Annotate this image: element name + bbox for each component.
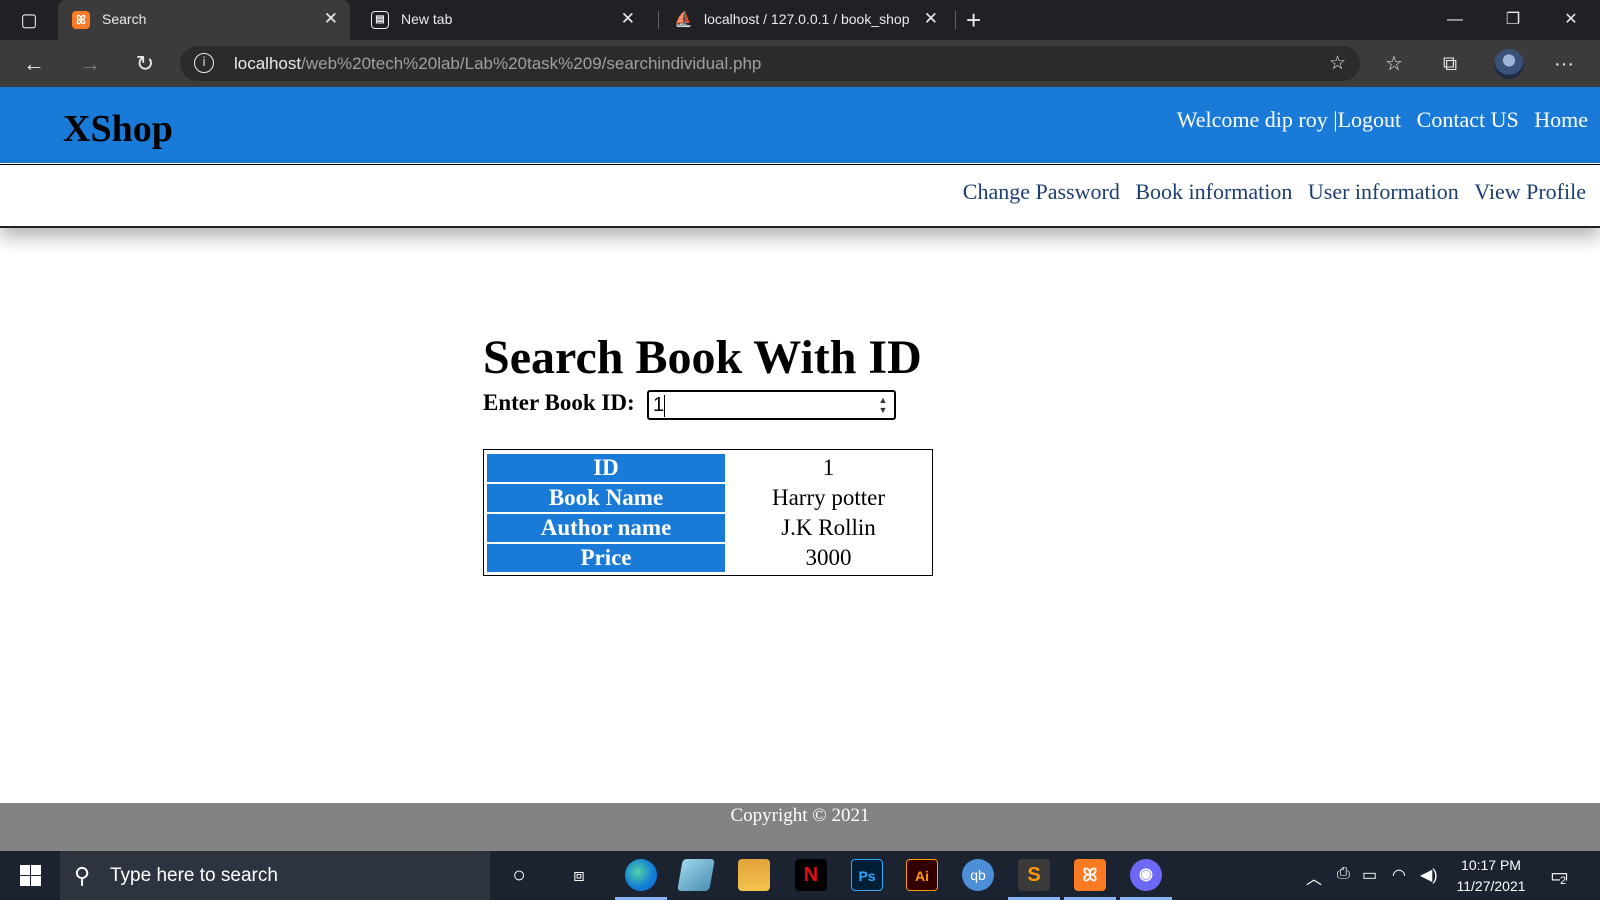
site-info-icon[interactable]: i <box>194 53 214 73</box>
table-row: ID 1 <box>487 454 932 482</box>
xampp-icon[interactable]: ꕤ <box>1064 859 1116 900</box>
close-icon[interactable]: ✕ <box>621 9 635 29</box>
text-cursor <box>664 394 666 417</box>
volume-icon[interactable]: ◀) <box>1420 865 1438 885</box>
site-header: XShop Welcome dip roy |Logout Contact US… <box>0 87 1600 163</box>
tab-phpmyadmin[interactable]: ⛵ localhost / 127.0.0.1 / book_shop ✕ <box>660 0 950 40</box>
contact-us-link[interactable]: Contact US <box>1417 107 1519 132</box>
tab-actions-icon[interactable]: ▢ <box>10 8 48 32</box>
copyright-text: Copyright © 2021 <box>730 805 870 826</box>
illustrator-icon[interactable]: Ai <box>906 859 938 891</box>
address-toolbar: ← → ↻ i localhost/web%20tech%20lab/Lab%2… <box>0 40 1600 87</box>
number-spinner-icon[interactable]: ▲ ▼ <box>877 395 889 415</box>
book-id-input[interactable]: 1 ▲ ▼ <box>647 390 896 420</box>
book-id-value: 1 <box>653 394 665 416</box>
row-key: Author name <box>487 514 725 542</box>
home-link[interactable]: Home <box>1534 107 1588 132</box>
row-key: Book Name <box>487 484 725 512</box>
show-hidden-icons-icon[interactable]: ︿ <box>1306 865 1322 889</box>
table-row: Price 3000 <box>487 544 932 572</box>
tab-title: New tab <box>401 11 453 27</box>
logout-link[interactable]: Logout <box>1338 107 1402 132</box>
sub-navigation: Change Password Book information User in… <box>0 164 1600 228</box>
site-logo: XShop <box>63 108 173 150</box>
sublime-text-icon[interactable]: S <box>1008 859 1060 900</box>
battery-icon[interactable]: ▭ <box>1362 865 1377 885</box>
newtab-icon: ▤ <box>371 11 389 29</box>
change-password-link[interactable]: Change Password <box>963 179 1120 204</box>
book-details-table: ID 1 Book Name Harry potter Author name … <box>483 449 933 576</box>
refresh-icon[interactable]: ↻ <box>131 50 159 78</box>
tab-title: localhost / 127.0.0.1 / book_shop <box>704 11 910 27</box>
new-tab-plus-icon[interactable]: + <box>966 5 981 36</box>
clock-date: 11/27/2021 <box>1456 878 1526 894</box>
edge-icon[interactable] <box>615 859 667 900</box>
row-value: Harry potter <box>771 485 886 510</box>
taskbar-search-box[interactable]: ⚲ Type here to search <box>60 851 490 900</box>
restore-icon[interactable]: ❐ <box>1490 4 1536 36</box>
page-title: Search Book With ID <box>483 331 922 384</box>
tab-divider <box>955 11 956 29</box>
windows-taskbar: ⚲ Type here to search ○ ⧈ N Ps Ai qb S ꕤ… <box>0 851 1600 900</box>
header-links: Welcome dip roy |Logout Contact US Home <box>1177 107 1588 133</box>
search-icon: ⚲ <box>74 863 91 888</box>
cortana-icon[interactable]: ○ <box>503 859 535 891</box>
row-value: 1 <box>822 455 835 480</box>
qbittorrent-icon[interactable]: qb <box>962 859 994 891</box>
notes-app-icon[interactable] <box>677 859 715 891</box>
row-key: ID <box>487 454 725 482</box>
phpmyadmin-icon: ⛵ <box>674 11 693 28</box>
photoshop-icon[interactable]: Ps <box>851 859 883 891</box>
row-key: Price <box>487 544 725 572</box>
tab-title: Search <box>102 11 147 27</box>
collections-icon[interactable]: ⧉ <box>1436 50 1464 78</box>
url-text[interactable]: localhost/web%20tech%20lab/Lab%20task%20… <box>234 54 761 74</box>
row-value: 3000 <box>805 545 852 570</box>
clock-time: 10:17 PM <box>1461 857 1521 873</box>
book-id-label: Enter Book ID: <box>483 390 635 415</box>
minimize-icon[interactable]: — <box>1432 4 1478 36</box>
taskbar-clock[interactable]: 10:17 PM 11/27/2021 <box>1450 855 1532 897</box>
notification-count: 2 <box>1560 875 1567 887</box>
address-bar[interactable]: i localhost/web%20tech%20lab/Lab%20task%… <box>180 46 1360 81</box>
wifi-icon[interactable]: ◠ <box>1392 865 1406 885</box>
close-icon[interactable]: ✕ <box>924 9 938 29</box>
windows-start-icon[interactable] <box>10 863 50 889</box>
table-row: Book Name Harry potter <box>487 484 932 512</box>
view-profile-link[interactable]: View Profile <box>1474 179 1586 204</box>
subnav-links: Change Password Book information User in… <box>953 179 1586 205</box>
more-options-icon[interactable]: ··· <box>1550 50 1578 78</box>
tab-new-tab[interactable]: ▤ New tab ✕ <box>357 0 647 40</box>
row-value: J.K Rollin <box>781 515 876 540</box>
close-window-icon[interactable]: ✕ <box>1548 4 1594 36</box>
favorites-icon[interactable]: ☆ <box>1380 50 1408 78</box>
welcome-text: Welcome dip roy | <box>1176 107 1338 132</box>
search-row: Enter Book ID: 1 ▲ ▼ <box>483 390 896 420</box>
user-information-link[interactable]: User information <box>1308 179 1459 204</box>
taskbar-search-placeholder: Type here to search <box>110 865 278 886</box>
tab-search[interactable]: ꕤ Search ✕ <box>58 0 350 40</box>
xampp-icon: ꕤ <box>72 11 90 29</box>
add-favorite-icon[interactable]: ☆ <box>1329 52 1346 75</box>
profile-avatar[interactable] <box>1494 49 1524 79</box>
file-explorer-icon[interactable] <box>738 859 770 891</box>
tab-divider <box>658 11 659 29</box>
table-row: Author name J.K Rollin <box>487 514 932 542</box>
back-arrow-icon[interactable]: ← <box>20 50 48 78</box>
search-section: Search Book With ID Enter Book ID: 1 ▲ ▼ <box>483 330 922 420</box>
book-information-link[interactable]: Book information <box>1135 179 1292 204</box>
task-view-icon[interactable]: ⧈ <box>563 859 595 891</box>
discord-icon[interactable]: ◉ <box>1120 859 1172 900</box>
meet-now-icon[interactable]: ⎙ <box>1337 865 1350 883</box>
forward-arrow-icon[interactable]: → <box>76 50 104 78</box>
netflix-icon[interactable]: N <box>795 859 827 891</box>
browser-tab-bar: ▢ ꕤ Search ✕ ▤ New tab ✕ ⛵ localhost / 1… <box>0 0 1600 40</box>
close-icon[interactable]: ✕ <box>324 9 338 29</box>
site-footer: Copyright © 2021 <box>0 803 1600 851</box>
